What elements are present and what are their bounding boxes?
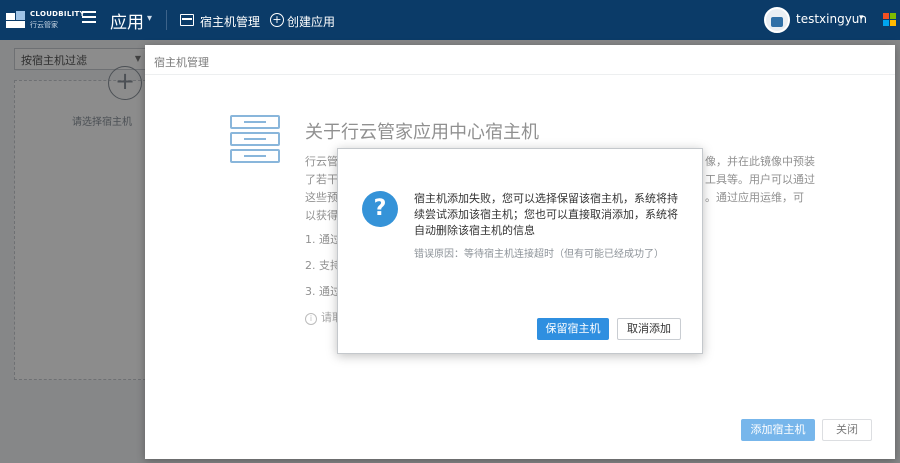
keep-host-button[interactable]: 保留宿主机 <box>537 318 609 340</box>
menu-icon[interactable] <box>82 11 96 25</box>
logo-subtitle: 行云管家 <box>30 21 58 29</box>
question-icon: ? <box>362 191 398 227</box>
logo-name: CLOUDBILITY <box>30 10 85 18</box>
cloud-logo-icon <box>6 11 25 28</box>
server-icon <box>180 14 194 26</box>
username[interactable]: testxingyun <box>796 12 867 26</box>
add-host-failed-dialog: ? 宿主机添加失败，您可以选择保留该宿主机，系统将持续尝试添加该宿主机；您也可以… <box>337 148 703 354</box>
top-navigation-bar: CLOUDBILITY 行云管家 应用 ▾ 宿主机管理 + 创建应用 testx… <box>0 0 900 40</box>
cancel-add-button[interactable]: 取消添加 <box>617 318 681 340</box>
nav-create-label: 创建应用 <box>287 15 336 29</box>
chevron-down-icon[interactable]: ▾ <box>147 13 152 24</box>
app-title[interactable]: 应用 <box>110 8 144 33</box>
cloudbility-logo[interactable]: CLOUDBILITY 行云管家 <box>6 8 85 32</box>
nav-host-label: 宿主机管理 <box>200 15 261 29</box>
user-chevron-down-icon[interactable]: ▾ <box>859 13 864 23</box>
error-reason: 错误原因：等待宿主机连接超时（但有可能已经成功了） <box>414 249 664 260</box>
plus-circle-icon: + <box>270 13 284 27</box>
avatar[interactable] <box>764 7 790 33</box>
alert-message: 宿主机添加失败，您可以选择保留该宿主机，系统将持续尝试添加该宿主机；您也可以直接… <box>414 192 678 237</box>
divider <box>166 10 167 30</box>
windows-grid-icon[interactable] <box>883 13 897 27</box>
